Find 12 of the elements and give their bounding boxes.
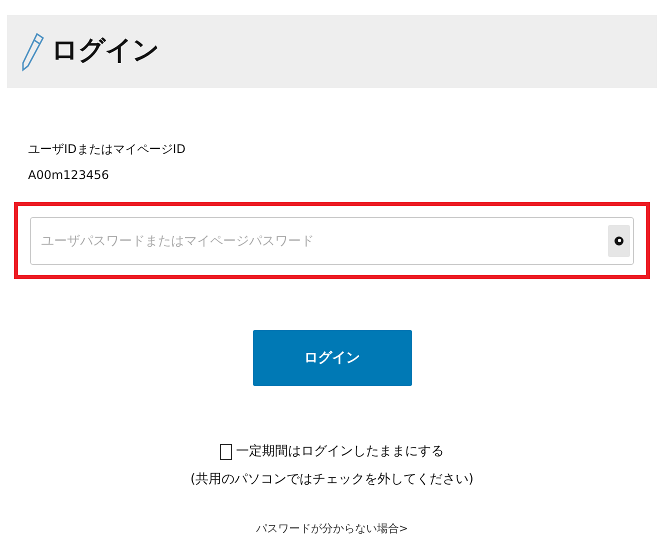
password-field[interactable]: ユーザパスワードまたはマイページパスワード	[30, 217, 634, 265]
checkbox-label[interactable]: 一定期間はログインしたままにする	[236, 442, 444, 462]
user-id-value: A00m123456	[28, 167, 110, 184]
field-label: ユーザIDまたはマイページID	[28, 141, 187, 158]
forgot-password-link[interactable]: パスワードが分からない場合>	[256, 521, 408, 538]
checkbox-note: (共用のパソコンではチェックを外してください)	[189, 470, 475, 488]
login-button[interactable]: ログイン	[252, 330, 412, 386]
eye-icon	[614, 236, 624, 246]
show-password-button[interactable]	[608, 225, 630, 257]
pencil-icon	[21, 32, 45, 72]
checkbox[interactable]	[220, 444, 232, 460]
page-title: ログイン	[51, 34, 159, 68]
